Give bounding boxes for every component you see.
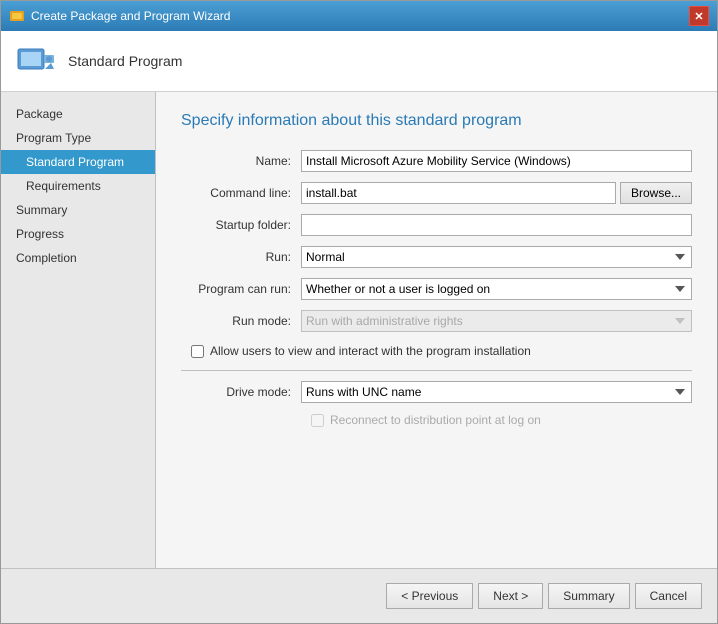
allow-interact-checkbox[interactable] xyxy=(191,345,204,358)
divider xyxy=(181,370,692,371)
startup-label: Startup folder: xyxy=(181,218,301,232)
title-bar: Create Package and Program Wizard ✕ xyxy=(1,1,717,31)
sidebar-item-package[interactable]: Package xyxy=(1,102,155,126)
run-select[interactable]: Normal Minimized Maximized Hidden xyxy=(301,246,692,268)
reconnect-row: Reconnect to distribution point at log o… xyxy=(181,413,692,427)
startup-input[interactable] xyxy=(301,214,692,236)
app-icon xyxy=(9,8,25,24)
reconnect-checkbox xyxy=(311,414,324,427)
program-can-run-select[interactable]: Whether or not a user is logged on Only … xyxy=(301,278,692,300)
footer: < Previous Next > Summary Cancel xyxy=(1,568,717,623)
main-content: Specify information about this standard … xyxy=(156,92,717,568)
reconnect-label: Reconnect to distribution point at log o… xyxy=(330,413,541,427)
program-can-run-label: Program can run: xyxy=(181,282,301,296)
run-row: Run: Normal Minimized Maximized Hidden xyxy=(181,246,692,268)
sidebar-item-requirements[interactable]: Requirements xyxy=(1,174,155,198)
startup-row: Startup folder: xyxy=(181,214,692,236)
name-label: Name: xyxy=(181,154,301,168)
program-icon xyxy=(16,41,56,81)
run-mode-label: Run mode: xyxy=(181,314,301,328)
header-text: Standard Program xyxy=(68,53,182,69)
command-label: Command line: xyxy=(181,186,301,200)
run-label: Run: xyxy=(181,250,301,264)
main-title: Specify information about this standard … xyxy=(181,112,692,130)
program-can-run-row: Program can run: Whether or not a user i… xyxy=(181,278,692,300)
content-area: Package Program Type Standard Program Re… xyxy=(1,92,717,568)
next-button[interactable]: Next > xyxy=(478,583,543,609)
wizard-window: Create Package and Program Wizard ✕ Stan… xyxy=(0,0,718,624)
previous-button[interactable]: < Previous xyxy=(386,583,473,609)
run-mode-row: Run mode: Run with administrative rights xyxy=(181,310,692,332)
summary-button[interactable]: Summary xyxy=(548,583,629,609)
sidebar-item-summary[interactable]: Summary xyxy=(1,198,155,222)
title-bar-left: Create Package and Program Wizard xyxy=(9,8,230,24)
drive-mode-label: Drive mode: xyxy=(181,385,301,399)
sidebar-item-completion[interactable]: Completion xyxy=(1,246,155,270)
sidebar-item-standard-program[interactable]: Standard Program xyxy=(1,150,155,174)
header-area: Standard Program xyxy=(1,31,717,92)
allow-interact-row: Allow users to view and interact with th… xyxy=(181,344,692,358)
name-row: Name: xyxy=(181,150,692,172)
run-mode-select: Run with administrative rights xyxy=(301,310,692,332)
name-input[interactable] xyxy=(301,150,692,172)
command-row: Command line: Browse... xyxy=(181,182,692,204)
sidebar-item-progress[interactable]: Progress xyxy=(1,222,155,246)
close-button[interactable]: ✕ xyxy=(689,6,709,26)
sidebar-item-program-type[interactable]: Program Type xyxy=(1,126,155,150)
window-title: Create Package and Program Wizard xyxy=(31,9,230,23)
allow-interact-label: Allow users to view and interact with th… xyxy=(210,344,531,358)
browse-button[interactable]: Browse... xyxy=(620,182,692,204)
sidebar: Package Program Type Standard Program Re… xyxy=(1,92,156,568)
drive-mode-row: Drive mode: Runs with UNC name Requires … xyxy=(181,381,692,403)
drive-mode-select[interactable]: Runs with UNC name Requires drive letter… xyxy=(301,381,692,403)
cancel-button[interactable]: Cancel xyxy=(635,583,702,609)
command-input[interactable] xyxy=(301,182,616,204)
